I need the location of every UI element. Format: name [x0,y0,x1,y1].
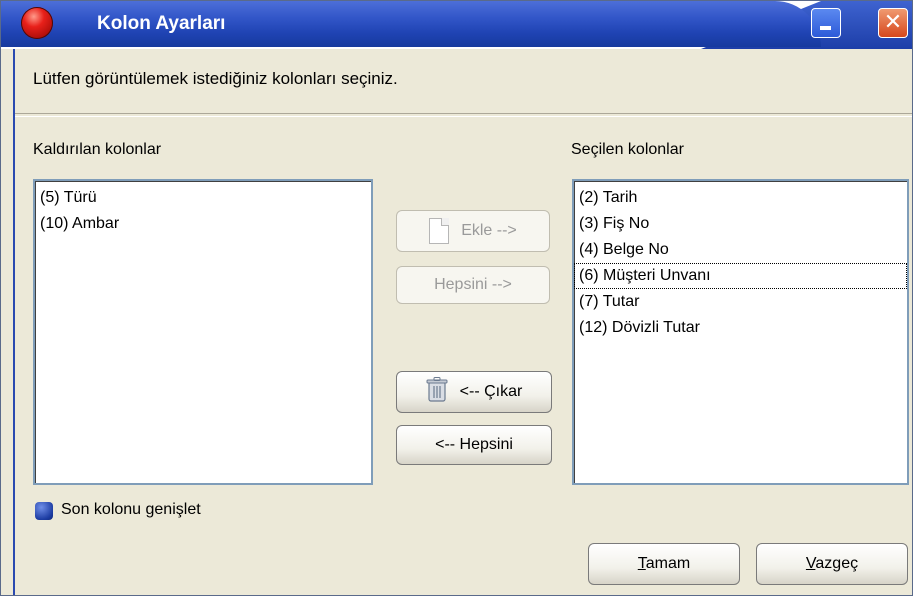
list-item[interactable]: (2) Tarih [574,185,907,211]
document-icon [429,218,450,244]
cancel-button-label: Vazgeç [806,555,858,573]
expand-last-column-checkbox[interactable] [35,502,53,520]
close-icon: ✕ [883,10,903,35]
remove-all-button[interactable]: <-- Hepsini [396,425,552,465]
close-button[interactable]: ✕ [878,8,908,38]
header-separator [15,113,912,117]
add-all-button[interactable]: Hepsini --> [396,266,550,304]
kolon-ayarlari-window: Kolon Ayarları ✕ Lütfen görüntülemek ist… [0,0,913,596]
app-icon [21,7,53,39]
removed-columns-label: Kaldırılan kolonlar [33,141,162,158]
removed-columns-list[interactable]: (5) Türü (10) Ambar [33,179,373,485]
remove-button[interactable]: <-- Çıkar [396,371,552,413]
trash-icon [426,376,448,408]
list-item-focused[interactable]: (6) Müşteri Unvanı [574,263,907,289]
cancel-label-rest: azgeç [815,555,859,572]
remove-all-button-label: <-- Hepsini [435,436,513,453]
add-button[interactable]: Ekle --> [396,210,550,252]
ok-button[interactable]: Tamam [588,543,740,585]
ok-mnemonic: T [637,555,646,572]
add-all-button-label: Hepsini --> [434,276,512,293]
list-item[interactable]: (5) Türü [35,185,371,211]
cancel-mnemonic: V [805,555,816,572]
remove-button-label: <-- Çıkar [459,383,523,400]
minimize-button[interactable] [811,8,841,38]
list-item[interactable]: (7) Tutar [574,289,907,315]
expand-last-column-label: Son kolonu genişlet [61,501,201,518]
ok-label-rest: amam [645,555,691,572]
instruction-text: Lütfen görüntülemek istediğiniz kolonlar… [33,69,398,88]
add-button-label: Ekle --> [461,222,517,239]
ok-button-label: Tamam [638,555,690,573]
selected-columns-list[interactable]: (2) Tarih (3) Fiş No (4) Belge No (6) Mü… [572,179,909,485]
list-item[interactable]: (4) Belge No [574,237,907,263]
cancel-button[interactable]: Vazgeç [756,543,908,585]
list-item[interactable]: (10) Ambar [35,211,371,237]
window-title: Kolon Ayarları [97,13,226,34]
list-item[interactable]: (12) Dövizli Tutar [574,315,907,341]
selected-columns-label: Seçilen kolonlar [571,141,684,158]
list-item[interactable]: (3) Fiş No [574,211,907,237]
title-bar[interactable]: Kolon Ayarları ✕ [1,1,912,49]
